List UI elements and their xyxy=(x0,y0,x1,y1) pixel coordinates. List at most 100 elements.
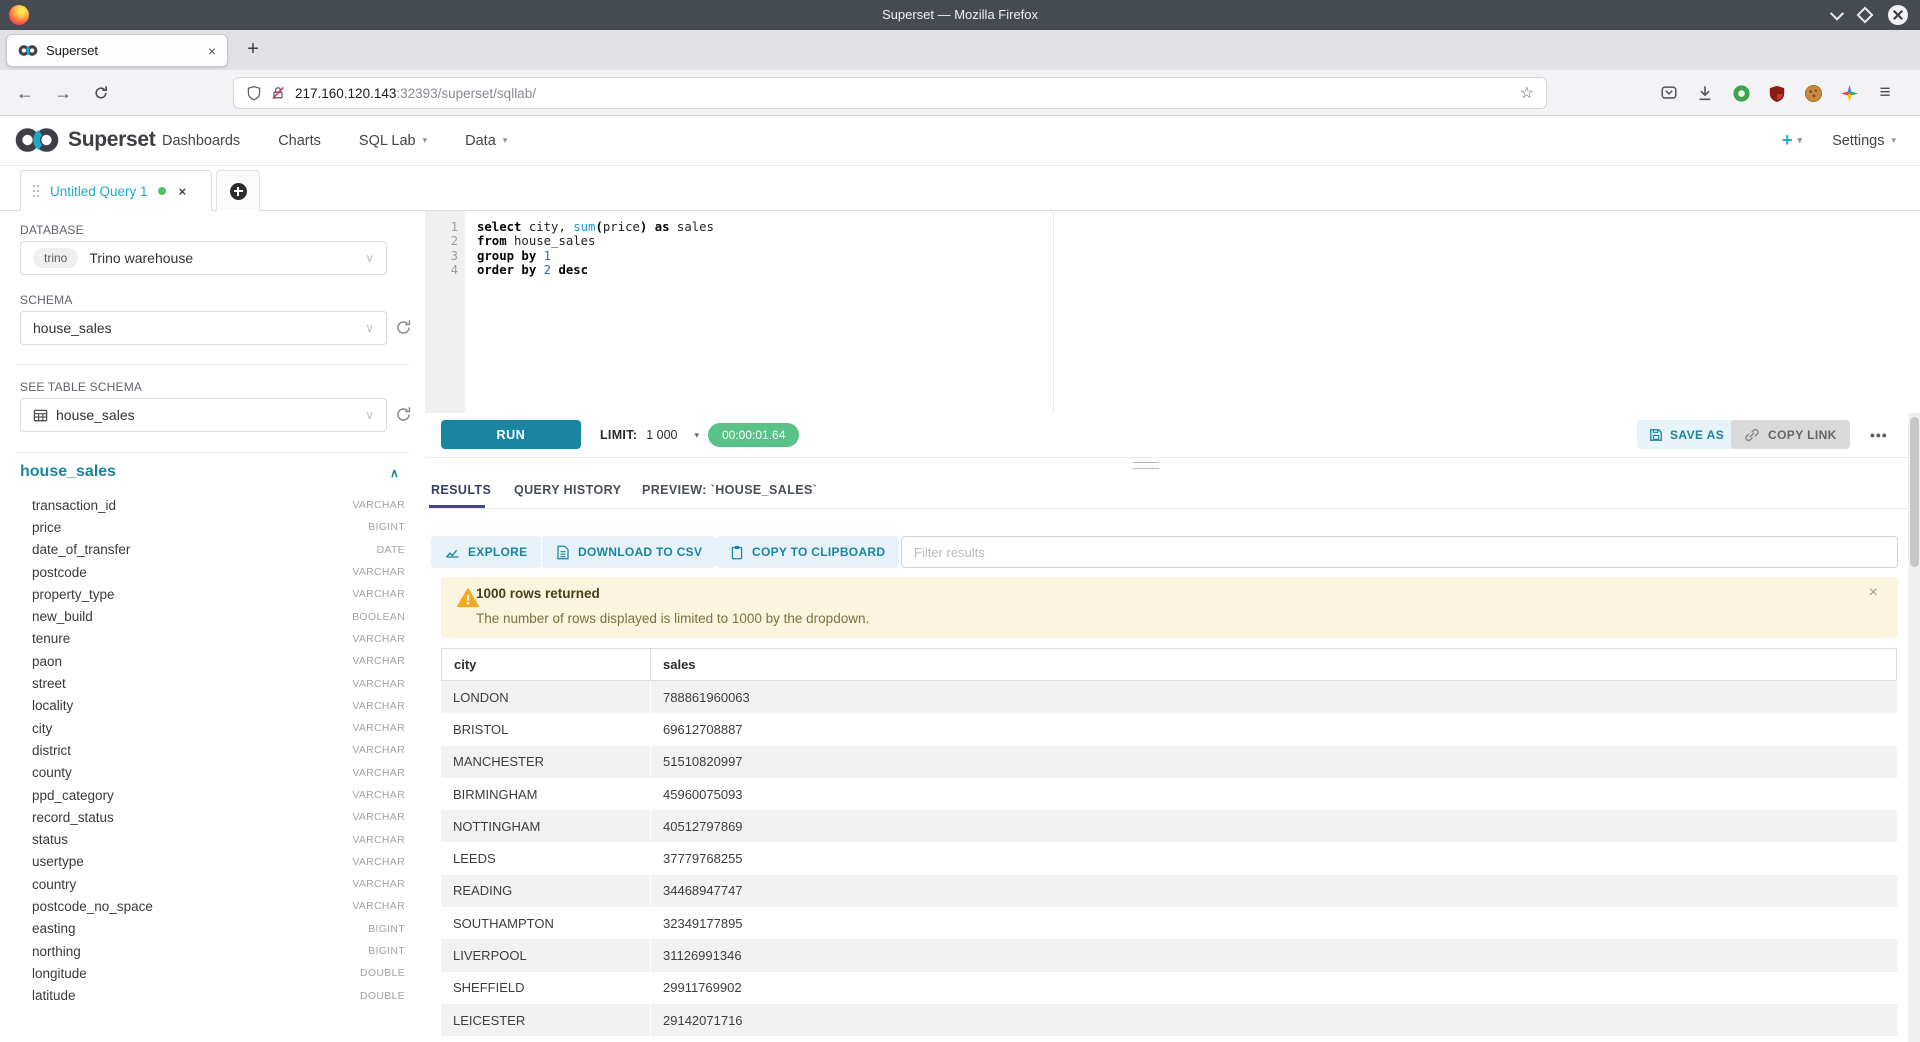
bookmark-star-icon[interactable]: ☆ xyxy=(1520,83,1534,103)
refresh-schemas-icon[interactable] xyxy=(392,317,414,339)
nav-item-dashboards[interactable]: Dashboards xyxy=(162,133,240,149)
column-name: paon xyxy=(32,654,352,669)
column-row: northingBIGINT xyxy=(0,940,425,962)
caret-down-icon: ▾ xyxy=(1798,135,1803,146)
browser-titlebar: Superset — Mozilla Firefox xyxy=(0,0,1920,30)
table-cell: 40512797869 xyxy=(651,810,1897,842)
tab-query-history[interactable]: QUERY HISTORY xyxy=(514,472,621,508)
forward-icon[interactable]: → xyxy=(50,80,76,106)
limit-value: 1 000 xyxy=(646,428,677,442)
schema-select[interactable]: house_sales ∨ xyxy=(20,311,387,345)
new-tab-button[interactable]: + xyxy=(240,37,266,63)
nav-item-data[interactable]: Data▾ xyxy=(465,133,507,149)
window-maximize-icon[interactable] xyxy=(1857,7,1874,24)
superset-brand[interactable]: Superset xyxy=(14,126,155,154)
window-close-icon[interactable] xyxy=(1888,5,1908,25)
more-actions-button[interactable]: ••• xyxy=(1870,420,1888,449)
copy-to-clipboard-button[interactable]: COPY TO CLIPBOARD xyxy=(716,536,899,568)
extension-sparkle-icon[interactable] xyxy=(1837,81,1861,105)
pocket-icon[interactable] xyxy=(1657,81,1681,105)
browser-tab[interactable]: Superset × xyxy=(6,34,228,67)
downloads-icon[interactable] xyxy=(1693,81,1717,105)
cookie-icon[interactable] xyxy=(1801,81,1825,105)
query-tab-close-icon[interactable]: × xyxy=(179,184,187,199)
column-name: postcode xyxy=(32,565,352,580)
column-type: VARCHAR xyxy=(352,566,405,578)
menu-hamburger-icon[interactable]: ≡ xyxy=(1873,81,1897,105)
pane-resizer[interactable] xyxy=(425,458,1920,472)
new-item-button[interactable]: +▾ xyxy=(1782,130,1802,151)
column-header-sales[interactable]: sales xyxy=(651,649,1896,680)
nav-item-charts[interactable]: Charts xyxy=(278,133,321,149)
line-number: 2 xyxy=(425,234,458,248)
table-cell: 34468947747 xyxy=(651,875,1897,907)
tab-close-icon[interactable]: × xyxy=(208,44,216,58)
line-number: 3 xyxy=(425,249,458,263)
table-row: MANCHESTER51510820997 xyxy=(441,746,1897,778)
column-type: VARCHAR xyxy=(352,767,405,779)
run-button[interactable]: RUN xyxy=(441,420,581,449)
divider xyxy=(16,452,409,453)
reload-icon[interactable] xyxy=(88,80,114,106)
settings-menu[interactable]: Settings▾ xyxy=(1832,133,1896,149)
table-row: BIRMINGHAM45960075093 xyxy=(441,778,1897,810)
column-header-city[interactable]: city xyxy=(442,649,651,680)
column-row: record_statusVARCHAR xyxy=(0,806,425,828)
column-type: VARCHAR xyxy=(352,856,405,868)
table-cell: 51510820997 xyxy=(651,746,1897,778)
back-icon[interactable]: ← xyxy=(12,80,38,106)
caret-down-icon: ▾ xyxy=(695,430,700,441)
scrollbar-thumb[interactable] xyxy=(1910,417,1919,567)
table-cell: SOUTHAMPTON xyxy=(441,907,650,939)
nav-item-sql-lab[interactable]: SQL Lab▾ xyxy=(359,133,427,149)
download-csv-button[interactable]: DOWNLOAD TO CSV xyxy=(542,536,716,568)
table-row: SHEFFIELD29911769902 xyxy=(441,972,1897,1004)
window-minimize-icon[interactable] xyxy=(1830,7,1844,21)
extension-green-icon[interactable] xyxy=(1729,81,1753,105)
column-name: price xyxy=(32,520,368,535)
editor-gutter: 1234 xyxy=(425,211,465,413)
filter-results-input[interactable] xyxy=(901,536,1898,568)
collapse-table-icon[interactable]: ∧ xyxy=(390,466,399,480)
tab-preview-house-sales[interactable]: PREVIEW: `HOUSE_SALES` xyxy=(642,472,817,508)
shield-icon[interactable] xyxy=(246,85,262,101)
resize-handle-icon[interactable] xyxy=(1133,462,1159,469)
table-cell: NOTTINGHAM xyxy=(441,810,650,842)
copy-link-button[interactable]: COPY LINK xyxy=(1731,420,1850,449)
column-row: countyVARCHAR xyxy=(0,762,425,784)
column-type: VARCHAR xyxy=(352,633,405,645)
query-tab-active[interactable]: Untitled Query 1 × xyxy=(20,170,212,211)
add-query-tab-button[interactable] xyxy=(216,170,260,211)
schema-label: SCHEMA xyxy=(20,293,73,307)
table-row: LONDON788861960063 xyxy=(441,681,1897,713)
column-name: longitude xyxy=(32,966,360,981)
column-type: VARCHAR xyxy=(352,588,405,600)
refresh-tables-icon[interactable] xyxy=(392,404,414,426)
alert-close-icon[interactable]: × xyxy=(1869,584,1878,602)
url-bar[interactable]: 217.160.120.143:32393/superset/sqllab/ ☆ xyxy=(233,77,1547,109)
save-as-button[interactable]: SAVE AS xyxy=(1637,420,1736,449)
lock-insecure-icon[interactable] xyxy=(270,85,286,101)
limit-dropdown[interactable]: LIMIT: 1 000 ▾ xyxy=(600,413,699,457)
browser-tab-title: Superset xyxy=(46,43,208,58)
explore-button[interactable]: EXPLORE xyxy=(431,536,541,568)
chart-icon xyxy=(445,545,460,560)
tab-results[interactable]: RESULTS xyxy=(431,472,491,508)
column-name: street xyxy=(32,676,352,691)
editor-code[interactable]: select city, sum(price) as salesfrom hou… xyxy=(477,220,714,277)
column-type: VARCHAR xyxy=(352,834,405,846)
table-cell: MANCHESTER xyxy=(441,746,650,778)
ublock-shield-icon[interactable] xyxy=(1765,81,1789,105)
sql-editor[interactable]: 1234 select city, sum(price) as salesfro… xyxy=(425,211,1920,413)
results-scrollbar[interactable] xyxy=(1908,413,1920,1042)
table-select[interactable]: house_sales ∨ xyxy=(20,398,387,432)
drag-handle-icon[interactable] xyxy=(33,185,40,198)
table-row: LEICESTER29142071716 xyxy=(441,1004,1897,1036)
url-text: 217.160.120.143:32393/superset/sqllab/ xyxy=(295,86,1520,101)
table-cell: 69612708887 xyxy=(651,713,1897,745)
column-name: locality xyxy=(32,698,352,713)
table-cell: 32349177895 xyxy=(651,907,1897,939)
database-select[interactable]: trino Trino warehouse ∨ xyxy=(20,241,387,275)
table-heading[interactable]: house_sales xyxy=(20,463,116,481)
column-name: country xyxy=(32,877,352,892)
